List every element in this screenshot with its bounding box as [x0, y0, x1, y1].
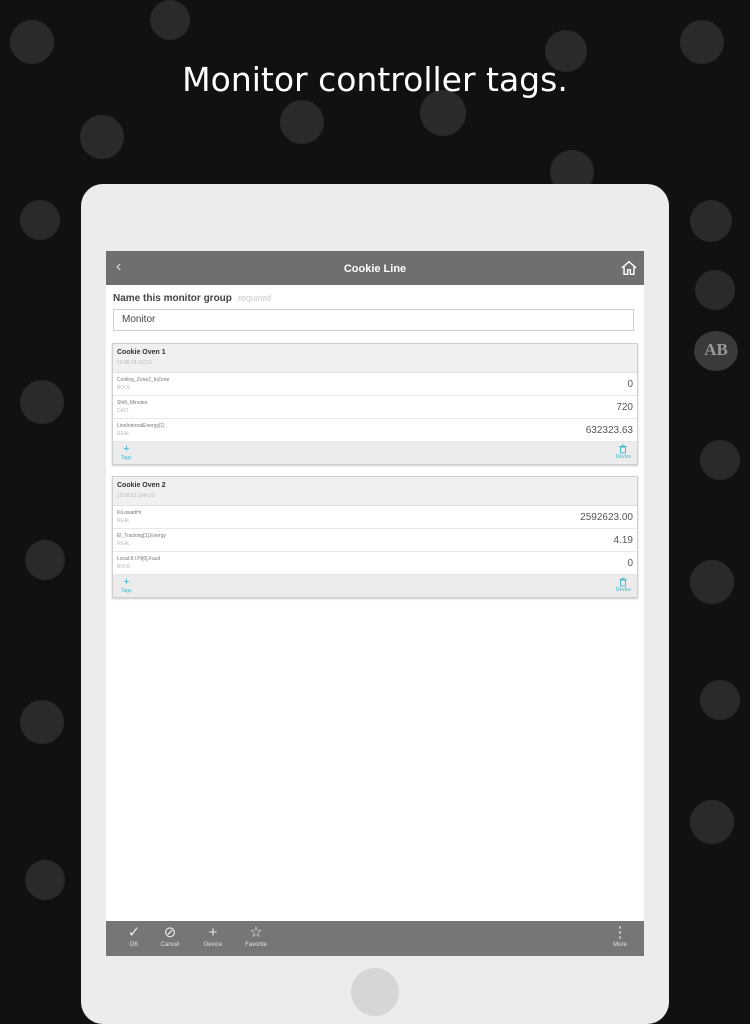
add-device-label: Device: [203, 942, 223, 948]
home-icon[interactable]: [620, 259, 638, 277]
tag-value: 4.19: [613, 535, 633, 546]
device-card-footer: + Tags Device: [113, 442, 637, 464]
required-hint: required: [237, 293, 271, 303]
tag-name: Cooling_Zone2_InZone: [117, 377, 170, 383]
group-name-label-text: Name this monitor group: [113, 293, 232, 304]
device-label: Device: [615, 587, 631, 593]
group-name-input[interactable]: Monitor: [113, 309, 634, 331]
more-label: More: [613, 942, 627, 948]
tag-name: KiLowattHr: [117, 510, 142, 516]
background-dot: [25, 540, 65, 580]
background-dot: [280, 100, 324, 144]
add-device-button[interactable]: + Device: [198, 924, 228, 948]
background-dot: [700, 440, 740, 480]
device-button[interactable]: Device: [616, 444, 631, 460]
ok-button[interactable]: ✓ OK: [120, 924, 148, 948]
device-card-header[interactable]: Cookie Oven 2 10.88.53.104/1/3: [113, 477, 637, 506]
tag-row[interactable]: KiLowattHr REAL 2592623.00: [113, 506, 637, 529]
device-address: 10.88.18.10/1/3: [117, 360, 152, 366]
tag-value: 720: [616, 402, 633, 413]
favorite-button[interactable]: ☆ Favorite: [240, 924, 272, 948]
tag-type: REAL: [117, 518, 131, 524]
plus-icon: +: [123, 576, 130, 588]
group-name-label: Name this monitor group required: [113, 293, 271, 304]
plus-icon: +: [208, 924, 218, 941]
background-dot: [700, 680, 740, 720]
tag-type: REAL: [117, 541, 131, 547]
device-name: Cookie Oven 1: [117, 349, 166, 356]
tag-row[interactable]: Cooling_Zone2_InZone BOOL 0: [113, 373, 637, 396]
add-tags-button[interactable]: + Tags: [121, 443, 132, 462]
background-dot: [80, 115, 124, 159]
cancel-label: Cancel: [160, 942, 180, 948]
background-dot: [20, 200, 60, 240]
tag-row[interactable]: El_Tracking[1].Energy REAL 4.19: [113, 529, 637, 552]
tag-row[interactable]: Local:8:I.Pt[0].Fault BOOL 0: [113, 552, 637, 575]
device-address: 10.88.53.104/1/3: [117, 493, 155, 499]
background-dot: [25, 860, 65, 900]
background-dot: [690, 560, 734, 604]
headline: Monitor controller tags.: [182, 60, 568, 99]
add-tags-label: Tags: [121, 588, 132, 594]
brand-logo: AB: [694, 331, 738, 371]
background-dot: [150, 0, 190, 40]
device-card-header[interactable]: Cookie Oven 1 10.88.18.10/1/3: [113, 344, 637, 373]
background-dot: [695, 270, 735, 310]
plus-icon: +: [123, 443, 130, 455]
tag-name: El_Tracking[1].Energy: [117, 533, 167, 539]
trash-icon: [619, 577, 627, 587]
cancel-button[interactable]: ⊘ Cancel: [156, 924, 184, 948]
favorite-label: Favorite: [245, 942, 267, 948]
checkmark-icon: ✓: [127, 924, 141, 941]
device-card-footer: + Tags Device: [113, 575, 637, 597]
ok-label: OK: [129, 942, 139, 948]
page-title: Cookie Line: [343, 263, 407, 275]
tag-type: BOOL: [117, 385, 131, 391]
tag-type: REAL: [117, 431, 131, 437]
background-dot: [690, 200, 732, 242]
tag-value: 632323.63: [585, 425, 633, 436]
device-name: Cookie Oven 2: [117, 482, 166, 489]
star-icon: ☆: [249, 924, 263, 941]
background-dot: [680, 20, 724, 64]
background-dot: [690, 800, 734, 844]
tag-row[interactable]: LineInternalEnergy[1] REAL 632323.63: [113, 419, 637, 442]
add-tags-label: Tags: [121, 455, 132, 461]
tag-value: 0: [627, 379, 633, 390]
device-card: Cookie Oven 2 10.88.53.104/1/3 KiLowattH…: [112, 476, 638, 598]
tag-row[interactable]: Shift_Minutes DINT 720: [113, 396, 637, 419]
tag-value: 0: [627, 558, 633, 569]
background-dot: [20, 700, 64, 744]
tablet-home-button[interactable]: [351, 968, 399, 1016]
cancel-icon: ⊘: [163, 924, 177, 941]
more-icon: ⋮: [612, 924, 628, 941]
nav-bar: ‹ Cookie Line: [106, 251, 644, 285]
tag-type: DINT: [117, 408, 129, 414]
device-button[interactable]: Device: [616, 577, 631, 593]
device-card: Cookie Oven 1 10.88.18.10/1/3 Cooling_Zo…: [112, 343, 638, 465]
tag-type: BOOL: [117, 564, 131, 570]
tag-name: LineInternalEnergy[1]: [117, 423, 165, 429]
more-button[interactable]: ⋮ More: [606, 924, 634, 948]
tag-value: 2592623.00: [580, 512, 633, 523]
trash-icon: [619, 444, 627, 454]
background-dot: [20, 380, 64, 424]
app-screen: ‹ Cookie Line Name this monitor group req…: [106, 251, 644, 956]
tag-name: Local:8:I.Pt[0].Fault: [117, 556, 161, 562]
bottom-toolbar: ✓ OK ⊘ Cancel + Device ☆ Favorite ⋮ More: [106, 921, 644, 956]
add-tags-button[interactable]: + Tags: [121, 576, 132, 595]
device-label: Device: [615, 454, 631, 460]
tag-name: Shift_Minutes: [117, 400, 148, 406]
background-dot: [10, 20, 54, 64]
